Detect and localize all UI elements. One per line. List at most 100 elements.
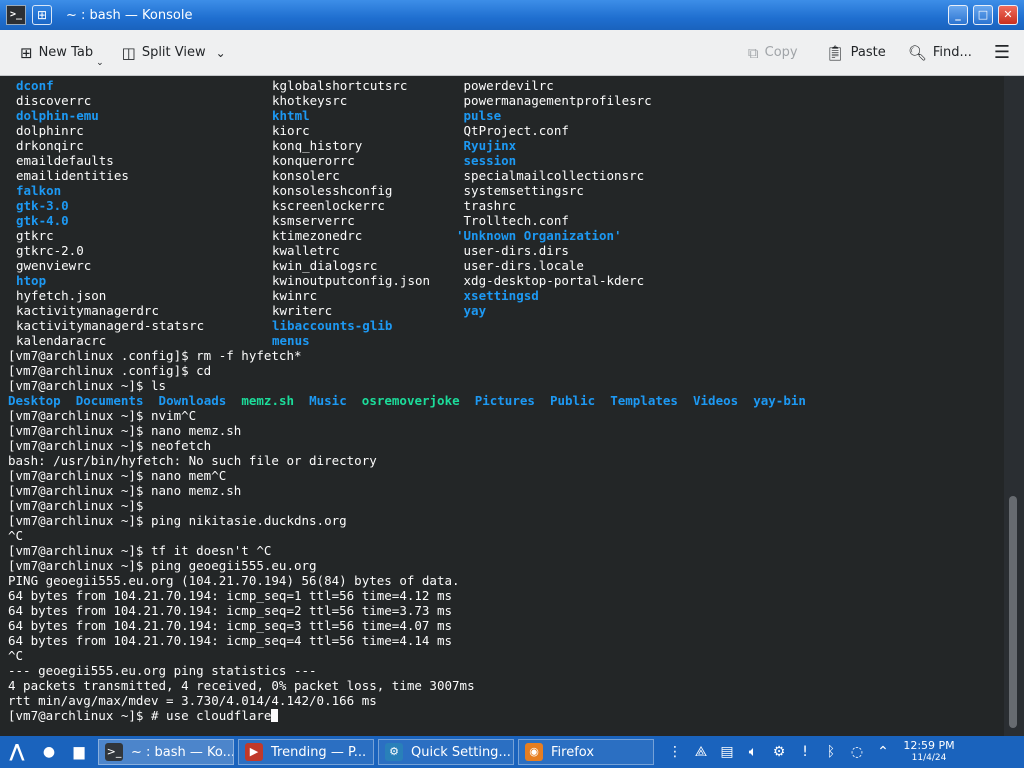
ls-directory-entry: Documents bbox=[75, 393, 144, 408]
file-manager-icon[interactable]: ▆ bbox=[67, 740, 91, 764]
terminal-area[interactable]: dconf discoverrc dolphin-emu dolphinrc drkon… bbox=[0, 76, 1004, 736]
volume-icon[interactable]: 🔈︎ bbox=[740, 738, 766, 766]
maximize-button[interactable]: □ bbox=[973, 5, 993, 25]
ls-file-entry: kglobalshortcutsrc bbox=[272, 78, 408, 93]
scrollbar-thumb[interactable] bbox=[1009, 496, 1017, 728]
browser-icon: ▶ bbox=[245, 743, 263, 761]
split-view-label: Split View bbox=[141, 45, 206, 60]
taskbar-task-label: Quick Setting... bbox=[411, 744, 511, 760]
ls-file-entry: trashrc bbox=[456, 198, 517, 213]
terminal-line: ^C bbox=[8, 528, 24, 543]
terminal-line: rtt min/avg/max/mdev = 3.730/4.014/4.142… bbox=[8, 693, 377, 708]
terminal-line: [vm7@archlinux ~]$ bbox=[8, 498, 144, 513]
clock[interactable]: 12:59 PM 11/4/24 bbox=[900, 740, 958, 764]
terminal-line: [vm7@archlinux ~]$ tf it doesn't ^C bbox=[8, 543, 272, 558]
ls-directory-entry: libaccounts-glib bbox=[272, 318, 393, 333]
ls-directory-entry: Downloads bbox=[158, 393, 227, 408]
notification-icon[interactable]: ! bbox=[792, 738, 818, 766]
clock-time: 12:59 PM bbox=[903, 739, 955, 752]
ls-file-entry: dolphinrc bbox=[16, 123, 84, 138]
ls-directory-entry: pulse bbox=[456, 108, 502, 123]
settings-icon: ⚙ bbox=[385, 743, 403, 761]
taskbar-task-button[interactable]: ▶ Trending — P... bbox=[238, 739, 374, 765]
ls-directory-entry: yay-bin bbox=[753, 393, 806, 408]
taskbar-task-button[interactable]: ◉ Firefox bbox=[518, 739, 654, 765]
paste-icon: 📋︎ bbox=[825, 43, 845, 62]
terminal-line: 64 bytes from 104.21.70.194: icmp_seq=4 … bbox=[8, 633, 453, 648]
scrollbar[interactable] bbox=[1004, 76, 1024, 736]
prompt-line[interactable]: [vm7@archlinux ~]$ # use cloudflare bbox=[8, 708, 279, 723]
terminal-line: ^C bbox=[8, 648, 24, 663]
ls-file-entry: kscreenlockerrc bbox=[272, 198, 385, 213]
network-status-icon[interactable]: ⟁ bbox=[688, 738, 714, 766]
terminal-line: [vm7@archlinux ~]$ nvim^C bbox=[8, 408, 197, 423]
ls-file-entry: ktimezonedrc bbox=[272, 228, 363, 243]
ls-directory-entry: Public bbox=[549, 393, 596, 408]
hamburger-menu-icon[interactable]: ☰ bbox=[988, 38, 1016, 68]
ls-file-entry: user-dirs.dirs bbox=[456, 243, 569, 258]
ls-directory-entry: dconf bbox=[16, 78, 54, 93]
ls-file-entry: powerdevilrc bbox=[456, 78, 554, 93]
terminal-line: [vm7@archlinux ~]$ nano memz.sh bbox=[8, 483, 242, 498]
ls-file-entry: xdg-desktop-portal-kderc bbox=[456, 273, 645, 288]
ls-file-entry: systemsettingsrc bbox=[456, 183, 584, 198]
ls-file-entry: kalendaracrc bbox=[16, 333, 107, 348]
terminal-line: 64 bytes from 104.21.70.194: icmp_seq=2 … bbox=[8, 603, 453, 618]
new-tab-button[interactable]: ⊞ New Tab ⌄ bbox=[14, 38, 110, 68]
ls-directory-entry: menus bbox=[272, 333, 310, 348]
terminal-line: [vm7@archlinux .config]$ cd bbox=[8, 363, 212, 378]
ls-file-entry: kwinrc bbox=[272, 288, 318, 303]
taskbar-task-label: ~ : bash — Ko... bbox=[131, 744, 234, 760]
ls-file-entry: drkonqirc bbox=[16, 138, 84, 153]
terminal-line: 64 bytes from 104.21.70.194: icmp_seq=3 … bbox=[8, 618, 453, 633]
ls-directory-entry: session bbox=[456, 153, 517, 168]
copy-label: Copy bbox=[764, 45, 798, 60]
keep-above-icon[interactable]: ⊞ bbox=[32, 5, 52, 25]
ls-file-entry: kactivitymanagerd-statsrc bbox=[16, 318, 205, 333]
split-view-button[interactable]: ◫ Split View ⌄ bbox=[116, 38, 232, 68]
terminal-line: bash: /usr/bin/hyfetch: No such file or … bbox=[8, 453, 377, 468]
network-wifi-icon[interactable]: ◌ bbox=[844, 738, 870, 766]
ls-file-entry: powermanagementprofilesrc bbox=[456, 93, 652, 108]
terminal-line: 64 bytes from 104.21.70.194: icmp_seq=1 … bbox=[8, 588, 453, 603]
minimize-button[interactable]: _ bbox=[948, 5, 968, 25]
terminal-icon: >_ bbox=[105, 743, 123, 761]
terminal-line: 4 packets transmitted, 4 received, 0% pa… bbox=[8, 678, 475, 693]
settings-gear-icon[interactable]: ⚙ bbox=[766, 738, 792, 766]
close-button[interactable]: ✕ bbox=[998, 5, 1018, 25]
taskbar-task-button[interactable]: >_ ~ : bash — Ko... bbox=[98, 739, 234, 765]
bluetooth-icon[interactable]: ᛒ bbox=[818, 738, 844, 766]
ls-file-entry: emaildefaults bbox=[16, 153, 114, 168]
tray-expand-icon[interactable]: ⋮ bbox=[662, 738, 688, 766]
tray-arrow-up-icon[interactable]: ⌃ bbox=[870, 738, 896, 766]
konsole-app-icon[interactable]: >_ bbox=[6, 5, 26, 25]
terminal-line: --- geoegii555.eu.org ping statistics --… bbox=[8, 663, 317, 678]
application-launcher-icon[interactable]: ⋀ bbox=[0, 736, 34, 768]
taskbar-task-button[interactable]: ⚙ Quick Setting... bbox=[378, 739, 514, 765]
find-button[interactable]: 🔍︎ Find... bbox=[902, 38, 978, 68]
ls-file-entry: kwinoutputconfig.json bbox=[272, 273, 431, 288]
browser-launcher-icon[interactable]: ● bbox=[37, 740, 61, 764]
clipboard-icon[interactable]: ▤ bbox=[714, 738, 740, 766]
chevron-down-icon: ⌄ bbox=[215, 45, 226, 60]
terminal-line: [vm7@archlinux ~]$ ls bbox=[8, 378, 167, 393]
ls-executable-entry: osremoverjoke bbox=[361, 393, 460, 408]
search-icon: 🔍︎ bbox=[907, 43, 927, 62]
ls-file-entry: kwriterc bbox=[272, 303, 333, 318]
copy-button[interactable]: ⧉ Copy bbox=[742, 38, 804, 68]
ls-directory-entry: Videos bbox=[693, 393, 739, 408]
terminal-line: [vm7@archlinux ~]$ neofetch bbox=[8, 438, 212, 453]
ls-file-entry: konsolesshconfig bbox=[272, 183, 393, 198]
terminal-line: [vm7@archlinux .config]$ rm -f hyfetch* bbox=[8, 348, 302, 363]
ls-file-entry: gtkrc bbox=[16, 228, 54, 243]
window-title: ~ : bash — Konsole bbox=[66, 7, 193, 23]
ls-directory-entry: gtk-3.0 bbox=[16, 198, 69, 213]
paste-button[interactable]: 📋︎ Paste bbox=[820, 38, 892, 68]
clock-date: 11/4/24 bbox=[911, 753, 947, 763]
title-bar[interactable]: >_ ⊞ ~ : bash — Konsole _ □ ✕ bbox=[0, 0, 1024, 30]
ls-executable-entry: memz.sh bbox=[241, 393, 295, 408]
terminal-line: [vm7@archlinux ~]$ nano memz.sh bbox=[8, 423, 242, 438]
ls-directory-entry: khtml bbox=[272, 108, 310, 123]
taskbar-task-label: Trending — P... bbox=[271, 744, 367, 760]
toolbar: ⊞ New Tab ⌄ ◫ Split View ⌄ ⧉ Copy 📋︎ Pas… bbox=[0, 30, 1024, 76]
